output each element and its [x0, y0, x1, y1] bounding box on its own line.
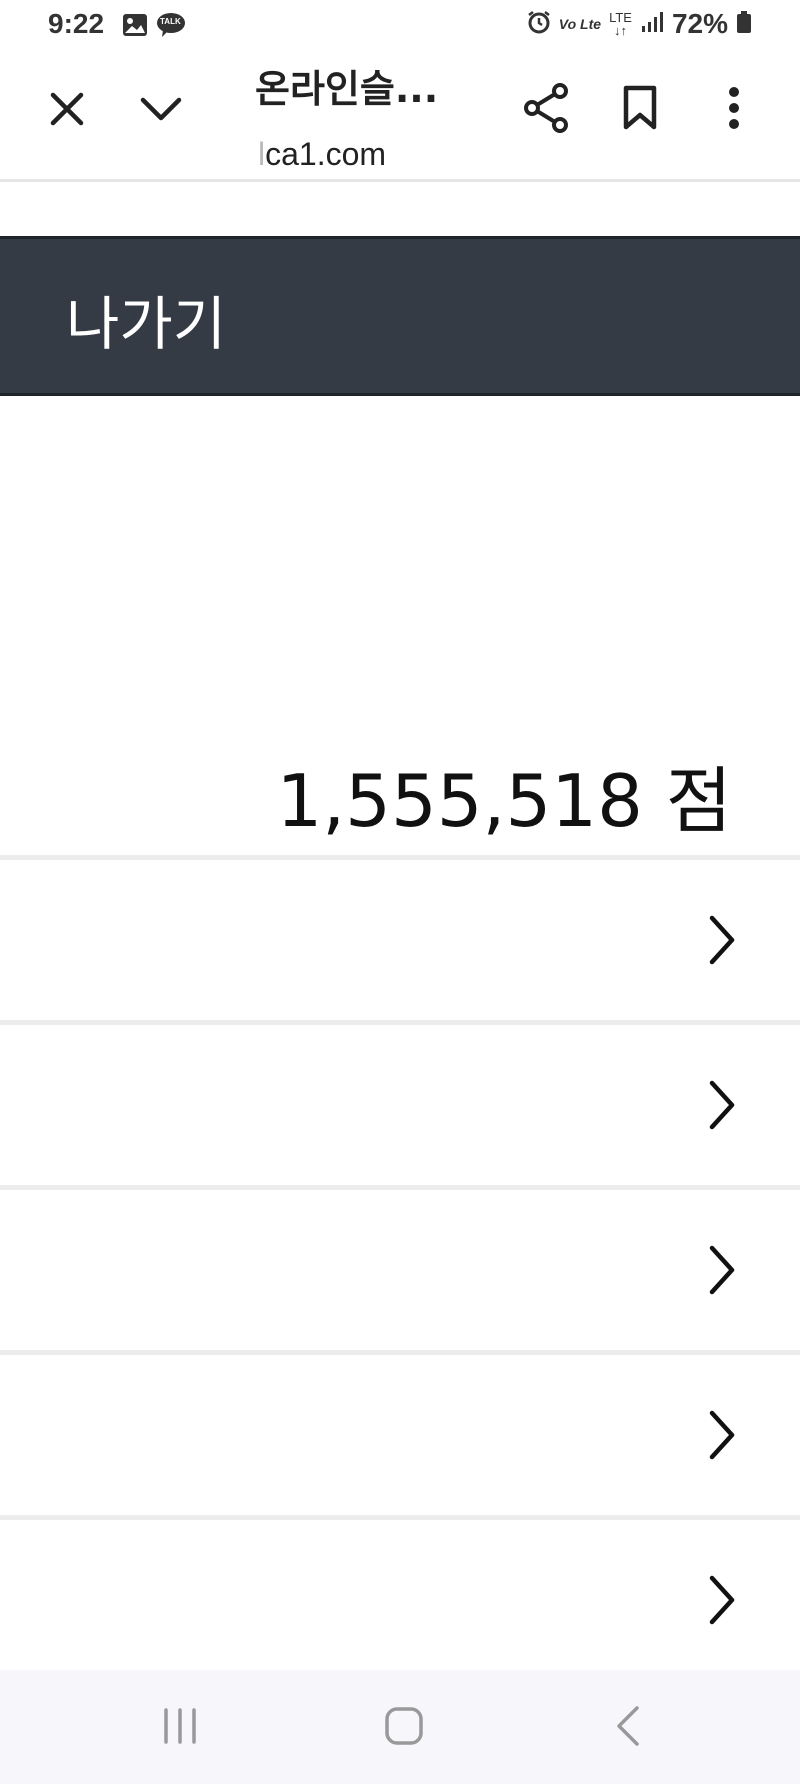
page-title: 온라인슬... — [255, 67, 439, 111]
exit-button-label: 나가기 — [66, 290, 227, 358]
back-icon — [617, 1706, 639, 1746]
page-url[interactable]: lca1.com — [258, 136, 386, 173]
more-vert-icon — [729, 87, 739, 129]
chevron-right-icon — [709, 1410, 735, 1460]
chevron-right-icon — [709, 1245, 735, 1295]
battery-icon — [736, 10, 752, 38]
list-item[interactable] — [0, 1025, 800, 1185]
image-icon — [122, 12, 148, 42]
list-item[interactable] — [0, 1355, 800, 1515]
chevron-right-icon — [709, 1080, 735, 1130]
bookmark-button[interactable] — [608, 76, 672, 140]
exit-bar[interactable]: 나가기 — [0, 236, 800, 396]
more-options-button[interactable] — [706, 76, 762, 140]
status-bar: 9:22 TALK Vo Lte LTE ↓↑ 72% — [0, 0, 800, 52]
list-item[interactable] — [0, 1190, 800, 1350]
share-icon — [524, 83, 568, 133]
alarm-icon — [527, 10, 551, 38]
share-button[interactable] — [514, 76, 578, 140]
system-nav-bar — [0, 1670, 800, 1784]
list-item[interactable] — [0, 1520, 800, 1680]
lte-label: LTE — [609, 10, 632, 25]
browser-toolbar: 온라인슬... lca1.com — [0, 52, 800, 182]
lte-icon: LTE ↓↑ — [609, 10, 632, 38]
kakaotalk-badge: TALK — [160, 17, 181, 26]
chevron-down-icon — [140, 97, 182, 121]
close-icon — [50, 92, 84, 126]
chevron-right-icon — [709, 915, 735, 965]
back-button[interactable] — [598, 1700, 658, 1752]
status-time: 9:22 — [48, 8, 105, 39]
close-button[interactable] — [36, 78, 98, 140]
kakaotalk-icon: TALK — [156, 12, 186, 38]
collapse-button[interactable] — [130, 78, 192, 140]
recent-apps-button[interactable] — [150, 1700, 210, 1752]
list-item[interactable] — [0, 860, 800, 1020]
volte-icon: Vo Lte — [558, 16, 602, 32]
recent-apps-icon — [164, 1708, 196, 1744]
signal-icon — [640, 10, 664, 38]
home-icon — [385, 1707, 423, 1745]
chevron-right-icon — [709, 1575, 735, 1625]
page-url-domain: ca1.com — [265, 136, 387, 172]
bookmark-icon — [623, 85, 657, 130]
home-button[interactable] — [374, 1700, 434, 1752]
score-value: 1,555,518 점 — [276, 759, 732, 843]
battery-percent: 72% — [671, 8, 728, 39]
